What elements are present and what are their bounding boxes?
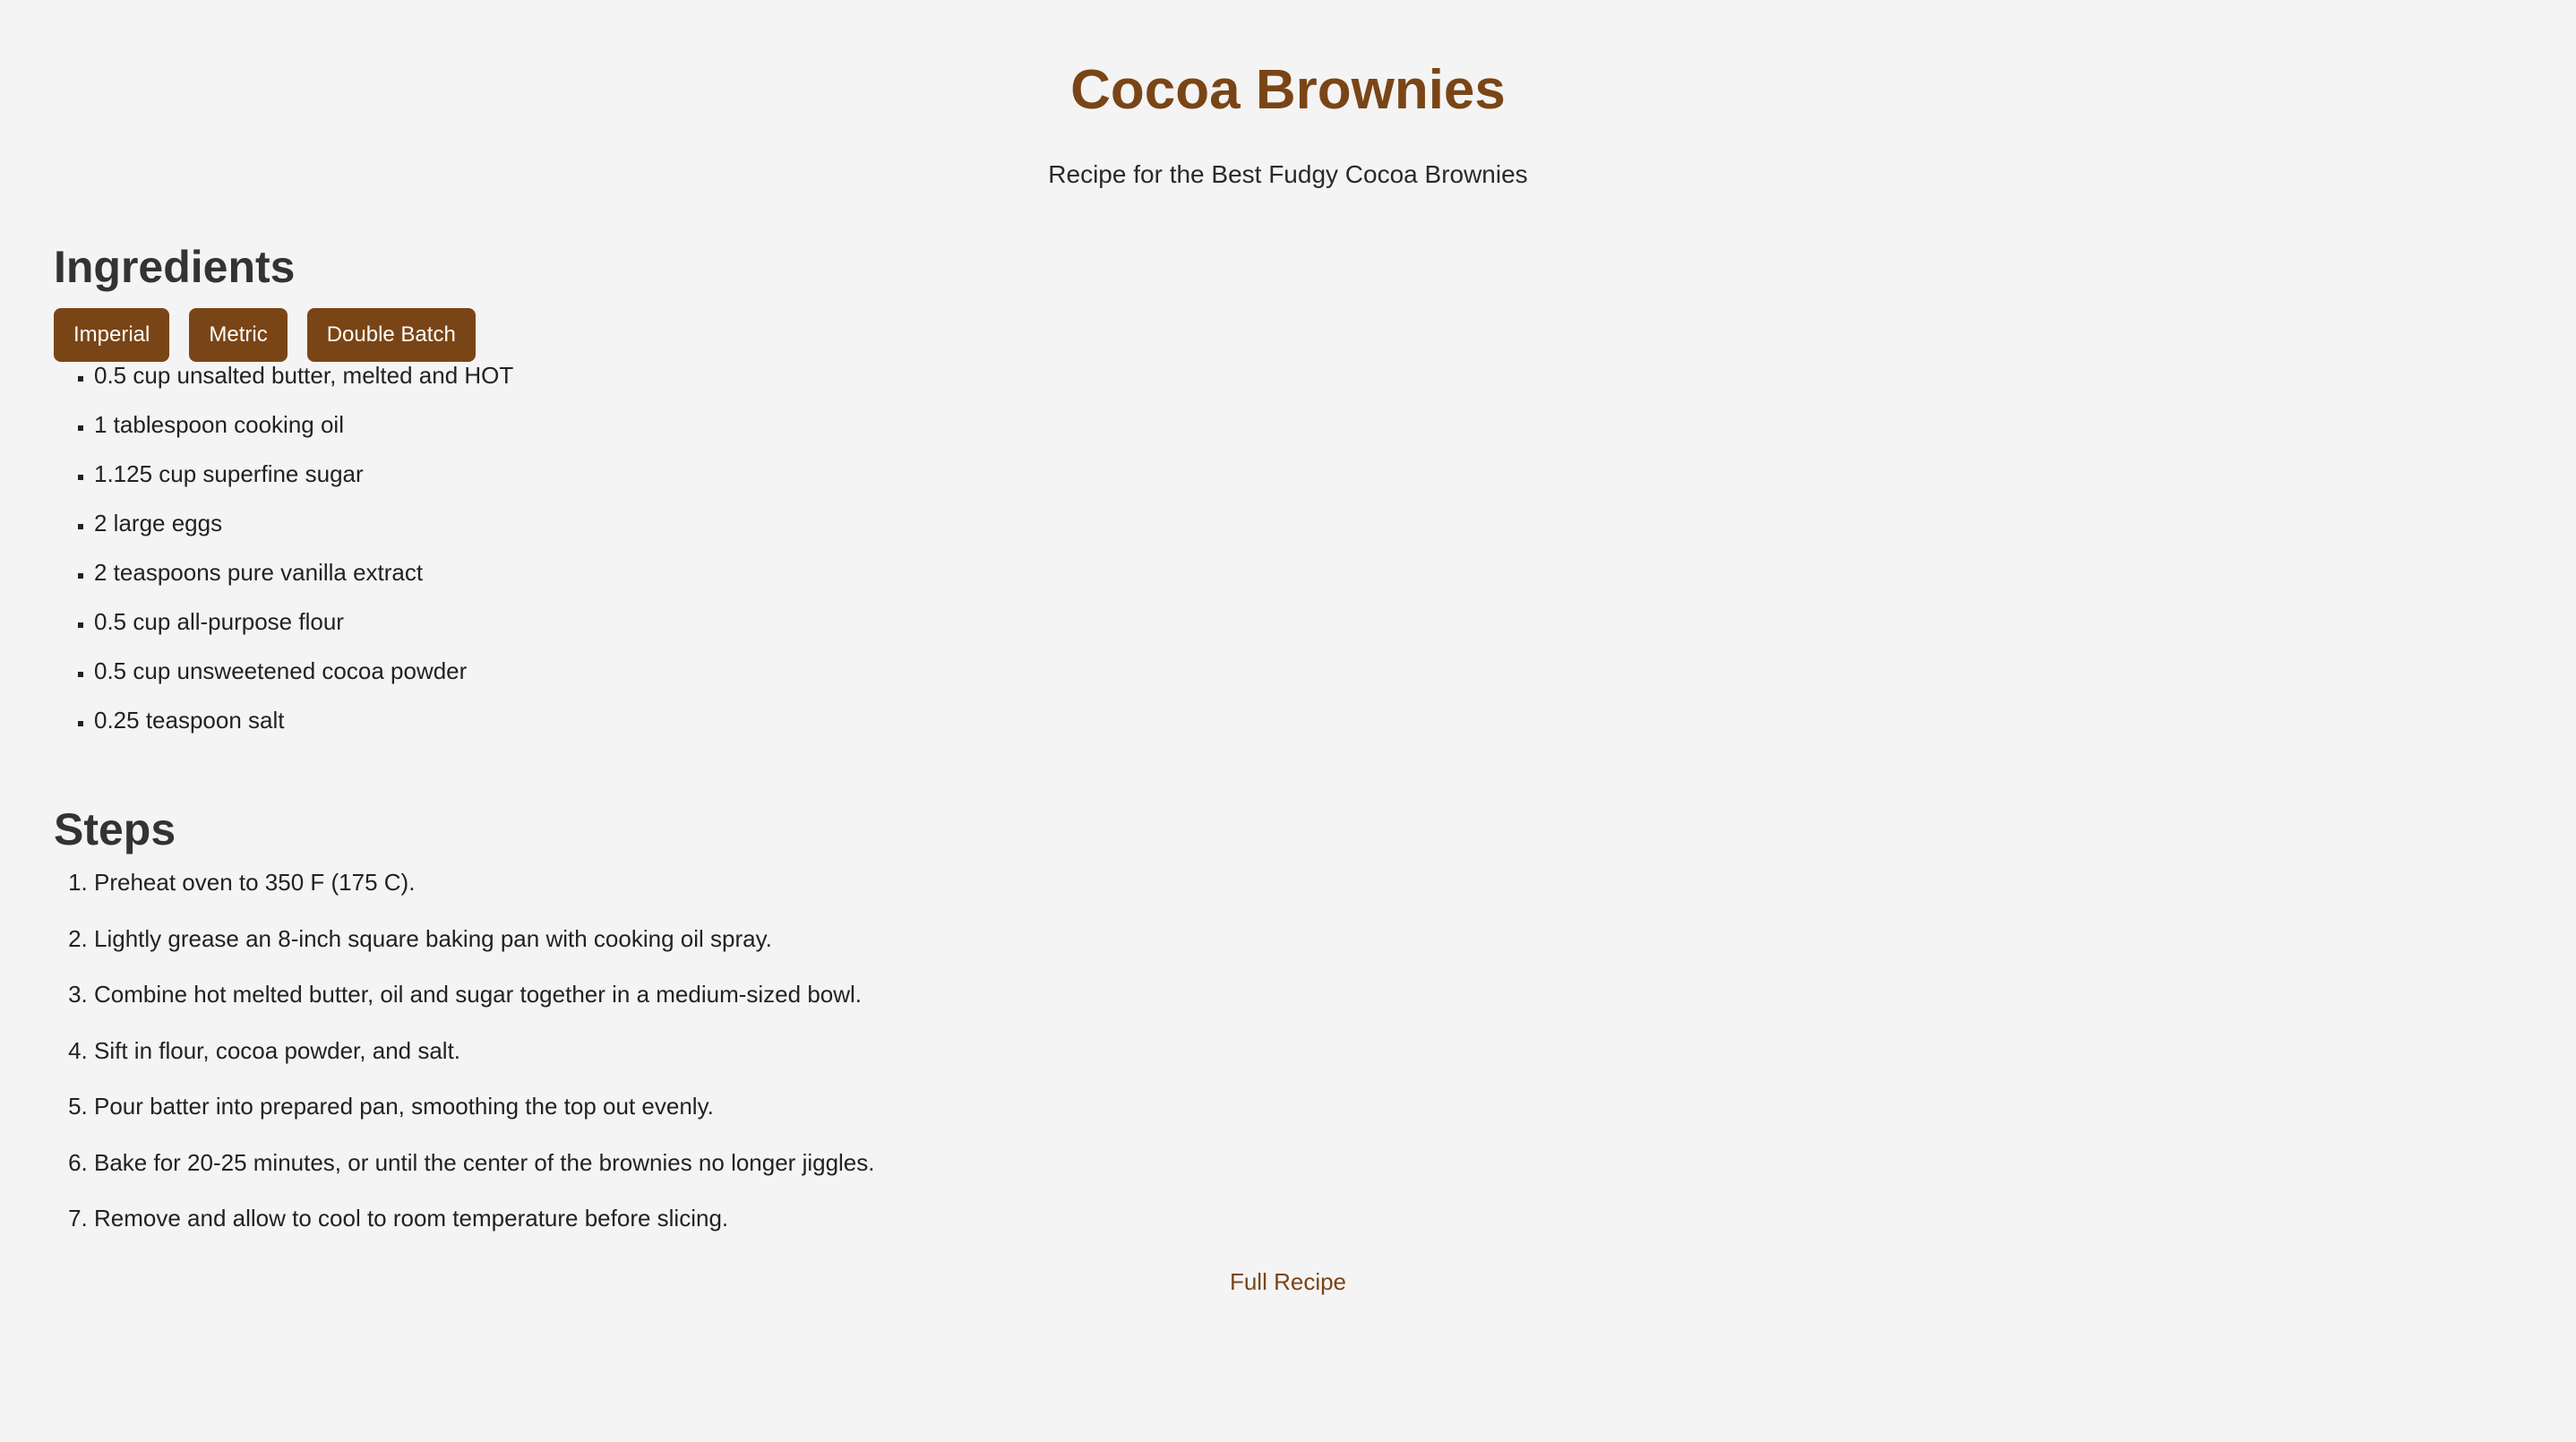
- ingredient-item: 0.5 cup unsweetened cocoa powder: [94, 657, 2522, 707]
- metric-button[interactable]: Metric: [189, 308, 288, 362]
- ingredient-item: 2 teaspoons pure vanilla extract: [94, 559, 2522, 608]
- step-list: Preheat oven to 350 F (175 C). Lightly g…: [54, 869, 2522, 1261]
- step-item: Lightly grease an 8-inch square baking p…: [94, 925, 2522, 982]
- steps-heading: Steps: [54, 804, 176, 854]
- ingredient-item: 0.5 cup all-purpose flour: [94, 608, 2522, 657]
- ingredients-heading: Ingredients: [54, 242, 296, 292]
- ingredient-item: 2 large eggs: [94, 510, 2522, 559]
- step-item: Sift in flour, cocoa powder, and salt.: [94, 1037, 2522, 1094]
- step-item: Bake for 20-25 minutes, or until the cen…: [94, 1149, 2522, 1206]
- imperial-button[interactable]: Imperial: [54, 308, 170, 362]
- page-subtitle: Recipe for the Best Fudgy Cocoa Brownies: [1048, 160, 1528, 188]
- step-item: Preheat oven to 350 F (175 C).: [94, 869, 2522, 925]
- ingredient-list: 0.5 cup unsalted butter, melted and HOT …: [54, 362, 2522, 756]
- ingredient-item: 1.125 cup superfine sugar: [94, 460, 2522, 510]
- ingredient-item: 1 tablespoon cooking oil: [94, 411, 2522, 460]
- footer: Full Recipe: [54, 1268, 2522, 1296]
- step-item: Combine hot melted butter, oil and sugar…: [94, 981, 2522, 1037]
- step-item: Remove and allow to cool to room tempera…: [94, 1205, 2522, 1261]
- page-title: Cocoa Brownies: [1070, 59, 1506, 121]
- double-batch-button[interactable]: Double Batch: [306, 308, 476, 362]
- full-recipe-link[interactable]: Full Recipe: [1230, 1268, 1346, 1295]
- ingredient-item: 0.25 teaspoon salt: [94, 707, 2522, 756]
- recipe-page: Cocoa Brownies Recipe for the Best Fudgy…: [0, 0, 2576, 1442]
- step-item: Pour batter into prepared pan, smoothing…: [94, 1093, 2522, 1149]
- unit-toggle-group: Imperial Metric Double Batch: [54, 308, 2522, 362]
- ingredient-item: 0.5 cup unsalted butter, melted and HOT: [94, 362, 2522, 411]
